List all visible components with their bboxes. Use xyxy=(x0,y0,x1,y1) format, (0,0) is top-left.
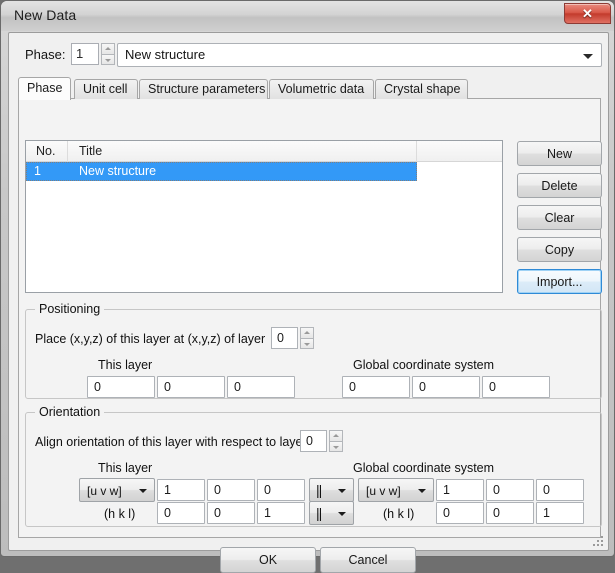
spinner-up-button[interactable] xyxy=(300,327,314,338)
orientation-this-selector-row1[interactable]: [u v w] xyxy=(79,478,155,502)
orientation-this-row2-h[interactable]: 0 xyxy=(157,502,205,524)
tab-volumetric-data[interactable]: Volumetric data xyxy=(269,79,374,99)
column-header-title[interactable]: Title xyxy=(79,144,102,158)
orientation-global-row1-u[interactable]: 1 xyxy=(436,479,484,501)
orientation-relation-row2-value: || xyxy=(316,505,321,521)
chevron-down-icon xyxy=(338,489,346,493)
spinner-up-button[interactable] xyxy=(329,430,343,441)
place-layer-label: Place (x,y,z) of this layer at (x,y,z) o… xyxy=(35,332,265,346)
orientation-global-row1-v[interactable]: 0 xyxy=(486,479,534,501)
positioning-global-y[interactable]: 0 xyxy=(412,376,480,398)
title-bar[interactable]: New Data ✕ xyxy=(1,1,614,31)
row-cell-title: New structure xyxy=(79,164,156,178)
orientation-global-selector-row2: (h k l) xyxy=(383,507,414,521)
phase-number-spinner[interactable] xyxy=(101,43,115,65)
orientation-this-row2-l[interactable]: 1 xyxy=(257,502,305,524)
copy-button[interactable]: Copy xyxy=(517,237,602,262)
orientation-relation-row1[interactable]: || xyxy=(309,478,354,502)
chevron-down-icon xyxy=(338,512,346,516)
positioning-this-z[interactable]: 0 xyxy=(227,376,295,398)
spinner-down-button[interactable] xyxy=(329,441,343,452)
orientation-this-row2-k[interactable]: 0 xyxy=(207,502,255,524)
close-button[interactable]: ✕ xyxy=(564,3,611,24)
place-layer-spinner[interactable] xyxy=(300,327,314,349)
dialog-client: Phase: 1 New structure Phase Unit cell S… xyxy=(8,32,609,551)
orientation-relation-row1-value: || xyxy=(316,482,321,498)
chevron-down-icon xyxy=(418,489,426,493)
column-divider[interactable] xyxy=(416,141,417,162)
chevron-up-icon xyxy=(333,434,339,437)
orientation-relation-row2[interactable]: || xyxy=(309,501,354,525)
chevron-down-icon xyxy=(139,489,147,493)
clear-button[interactable]: Clear xyxy=(517,205,602,230)
structure-combobox-value: New structure xyxy=(125,47,205,62)
orientation-this-row1-v[interactable]: 0 xyxy=(207,479,255,501)
import-button[interactable]: Import... xyxy=(517,269,602,294)
column-divider[interactable] xyxy=(67,141,68,162)
orientation-global-row2-h[interactable]: 0 xyxy=(436,502,484,524)
chevron-down-icon xyxy=(333,446,339,449)
orientation-group: Orientation Align orientation of this la… xyxy=(25,412,602,527)
cancel-button[interactable]: Cancel xyxy=(320,547,416,573)
align-layer-label: Align orientation of this layer with res… xyxy=(35,435,307,449)
tab-active-seam xyxy=(19,98,69,100)
positioning-group: Positioning Place (x,y,z) of this layer … xyxy=(25,309,602,399)
orientation-global-selector-row1-value: [u v w] xyxy=(366,484,401,498)
positioning-global-x[interactable]: 0 xyxy=(342,376,410,398)
phase-number-input[interactable]: 1 xyxy=(71,43,99,65)
tab-unit-cell[interactable]: Unit cell xyxy=(74,79,138,99)
chevron-down-icon xyxy=(304,343,310,346)
chevron-up-icon xyxy=(304,331,310,334)
align-layer-spinner[interactable] xyxy=(329,430,343,452)
positioning-global-z[interactable]: 0 xyxy=(482,376,550,398)
new-button[interactable]: New xyxy=(517,141,602,166)
orientation-global-row2-l[interactable]: 1 xyxy=(536,502,584,524)
orientation-this-layer-label: This layer xyxy=(98,461,152,475)
resize-grip[interactable] xyxy=(593,536,603,546)
positioning-group-title: Positioning xyxy=(35,302,104,316)
tab-strip: Phase Unit cell Structure parameters Vol… xyxy=(18,77,601,99)
align-layer-input[interactable]: 0 xyxy=(300,430,327,452)
phase-listbox-header: No. Title xyxy=(26,141,502,162)
window-title: New Data xyxy=(14,7,76,23)
positioning-this-x[interactable]: 0 xyxy=(87,376,155,398)
positioning-this-layer-label: This layer xyxy=(98,358,152,372)
chevron-down-icon xyxy=(105,59,111,62)
structure-combobox[interactable]: New structure xyxy=(117,43,602,67)
phase-listbox[interactable]: No. Title 1 New structure xyxy=(25,140,503,293)
tab-structure-parameters[interactable]: Structure parameters xyxy=(139,79,268,99)
positioning-this-y[interactable]: 0 xyxy=(157,376,225,398)
positioning-global-label: Global coordinate system xyxy=(353,358,494,372)
spinner-up-button[interactable] xyxy=(101,43,115,54)
place-layer-input[interactable]: 0 xyxy=(271,327,298,349)
column-header-no[interactable]: No. xyxy=(36,144,55,158)
tab-crystal-shape[interactable]: Crystal shape xyxy=(375,79,468,99)
orientation-global-row1-w[interactable]: 0 xyxy=(536,479,584,501)
dialog-window: New Data ✕ Phase: 1 New structure Phase … xyxy=(0,0,615,557)
orientation-global-label: Global coordinate system xyxy=(353,461,494,475)
phase-row: Phase: 1 New structure xyxy=(17,43,602,67)
close-icon: ✕ xyxy=(565,4,610,23)
ok-button[interactable]: OK xyxy=(220,547,316,573)
orientation-this-selector-row2: (h k l) xyxy=(104,507,135,521)
spinner-down-button[interactable] xyxy=(300,338,314,349)
phase-label: Phase: xyxy=(25,47,65,62)
orientation-group-title: Orientation xyxy=(35,405,104,419)
spinner-down-button[interactable] xyxy=(101,54,115,65)
chevron-down-icon xyxy=(583,54,593,59)
orientation-this-row1-w[interactable]: 0 xyxy=(257,479,305,501)
orientation-global-selector-row1[interactable]: [u v w] xyxy=(358,478,434,502)
table-row[interactable]: 1 New structure xyxy=(26,162,417,181)
tab-phase[interactable]: Phase xyxy=(18,77,71,100)
orientation-this-row1-u[interactable]: 1 xyxy=(157,479,205,501)
orientation-this-selector-row1-value: [u v w] xyxy=(87,484,122,498)
delete-button[interactable]: Delete xyxy=(517,173,602,198)
chevron-up-icon xyxy=(105,47,111,50)
row-cell-no: 1 xyxy=(34,164,41,178)
orientation-global-row2-k[interactable]: 0 xyxy=(486,502,534,524)
